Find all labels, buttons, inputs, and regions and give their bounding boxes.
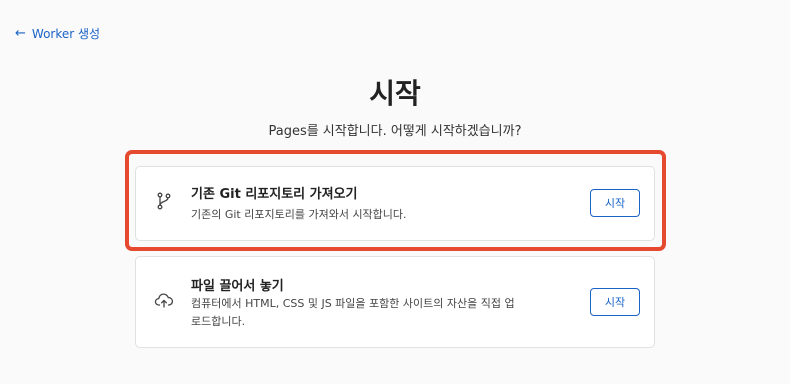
back-link-label: Worker 생성 — [31, 27, 101, 41]
git-branch-icon — [154, 191, 174, 211]
back-to-worker-create-link[interactable]: ← Worker 생성 — [15, 25, 100, 42]
cloud-upload-icon — [154, 290, 174, 310]
option-description: 기존의 Git 리포지토리를 가져와서 시작합니다. — [191, 208, 407, 221]
arrow-left-icon: ← — [15, 26, 26, 41]
page-subtitle: Pages를 시작합니다. 어떻게 시작하겠습니까? — [268, 124, 522, 139]
option-card-upload[interactable]: 파일 끌어서 놓기 컴퓨터에서 HTML, CSS 및 JS 파일을 포함한 사… — [135, 256, 655, 348]
option-description: 컴퓨터에서 HTML, CSS 및 JS 파일을 포함한 사이트의 자산을 직접… — [191, 297, 515, 328]
option-card-git[interactable]: 기존 Git 리포지토리 가져오기 기존의 Git 리포지토리를 가져와서 시작… — [135, 166, 655, 241]
start-upload-button[interactable]: 시작 — [590, 288, 640, 316]
start-git-button[interactable]: 시작 — [590, 189, 640, 217]
option-title: 기존 Git 리포지토리 가져오기 — [191, 187, 358, 202]
page-title: 시작 — [369, 77, 421, 110]
option-title: 파일 끌어서 놓기 — [191, 279, 284, 294]
